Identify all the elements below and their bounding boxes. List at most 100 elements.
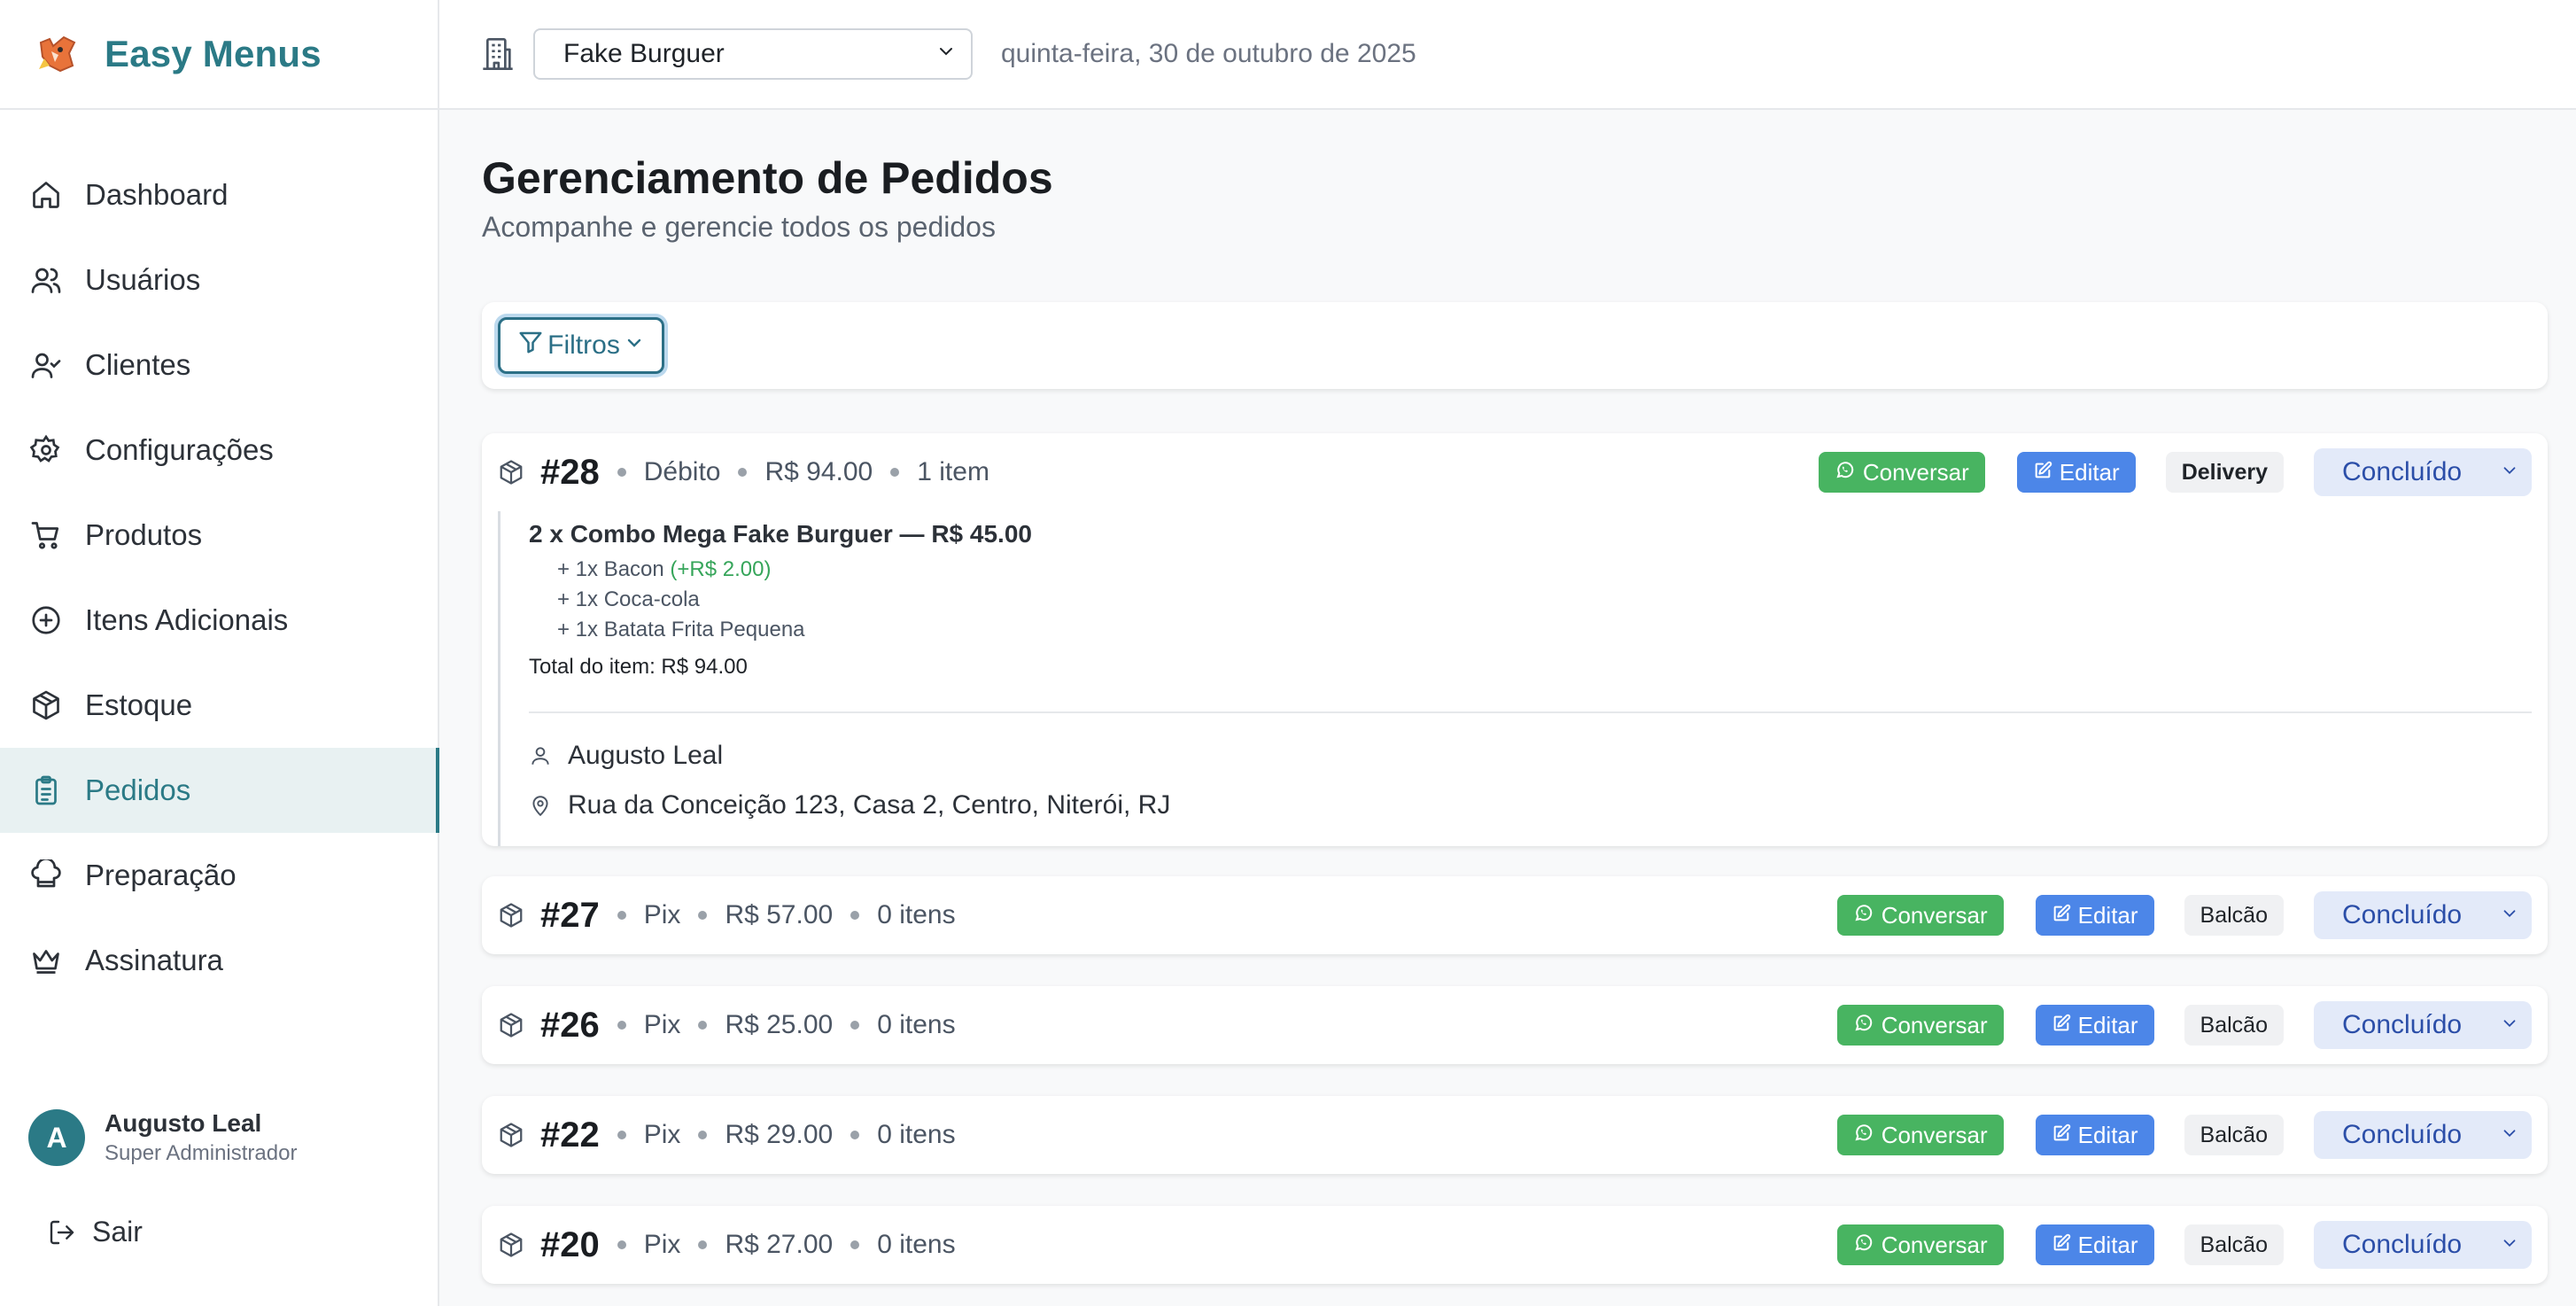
order-items-count: 1 item: [917, 457, 989, 486]
chat-button[interactable]: Conversar: [1818, 452, 1985, 493]
order-payment: Pix: [643, 1230, 681, 1259]
sidebar-item-label: Produtos: [85, 518, 203, 551]
logout-button[interactable]: Sair: [48, 1216, 143, 1248]
chat-button[interactable]: Conversar: [1836, 895, 2004, 936]
order-id: #20: [540, 1224, 600, 1264]
separator-dot: [850, 1131, 860, 1139]
whatsapp-icon: [1853, 1122, 1874, 1149]
chat-button[interactable]: Conversar: [1836, 1224, 2004, 1265]
sidebar-item-itens-adicionais[interactable]: Itens Adicionais: [0, 578, 438, 663]
edit-button[interactable]: Editar: [2016, 452, 2136, 493]
status-value: Concluído: [2342, 1230, 2463, 1259]
chevron-down-icon: [2500, 1230, 2519, 1260]
order-total: R$ 25.00: [725, 1010, 834, 1039]
logout-icon: [48, 1217, 78, 1248]
edit-icon: [2052, 1122, 2071, 1149]
chevron-down-icon: [2500, 900, 2519, 930]
filter-button[interactable]: Filtros: [498, 317, 664, 374]
order-card[interactable]: #27 Pix R$ 57.00 0 itens Conversar Edita…: [482, 876, 2548, 954]
chevron-down-icon: [2500, 457, 2519, 487]
order-card[interactable]: #22 Pix R$ 29.00 0 itens Conversar Edita…: [482, 1096, 2548, 1174]
sidebar-item-dashboard[interactable]: Dashboard: [0, 152, 438, 237]
addon-price: (+R$ 2.00): [670, 557, 772, 581]
package-icon: [498, 1011, 526, 1039]
order-header[interactable]: #28 Débito R$ 94.00 1 item Conversar Edi…: [482, 433, 2548, 511]
edit-button[interactable]: Editar: [2035, 1115, 2154, 1155]
order-details: 2 x Combo Mega Fake Burguer — R$ 45.00 +…: [498, 511, 2532, 846]
order-id: #28: [540, 452, 600, 492]
edit-icon: [2052, 1012, 2071, 1039]
page-subtitle: Acompanhe e gerencie todos os pedidos: [482, 211, 996, 243]
order-card[interactable]: #20 Pix R$ 27.00 0 itens Conversar Edita…: [482, 1206, 2548, 1284]
package-icon: [28, 688, 64, 723]
addon-text: + 1x Batata Frita Pequena: [557, 618, 805, 641]
package-icon: [498, 1231, 526, 1259]
status-select[interactable]: Concluído: [2314, 1111, 2532, 1159]
sidebar-item-estoque[interactable]: Estoque: [0, 663, 438, 748]
addon-line: + 1x Coca-cola: [557, 587, 2532, 612]
status-select[interactable]: Concluído: [2314, 1001, 2532, 1049]
order-payment: Pix: [643, 1120, 681, 1149]
user-icon: [529, 742, 555, 769]
sidebar-item-preparacao[interactable]: Preparação: [0, 833, 438, 918]
sidebar-item-label: Estoque: [85, 688, 193, 721]
sidebar-item-usuarios[interactable]: Usuários: [0, 237, 438, 323]
sidebar-item-produtos[interactable]: Produtos: [0, 493, 438, 578]
filter-icon: [517, 329, 544, 362]
separator-dot: [738, 468, 748, 477]
address-row: Rua da Conceição 123, Casa 2, Centro, Ni…: [529, 781, 2532, 830]
status-select[interactable]: Concluído: [2314, 1221, 2532, 1269]
brand[interactable]: Easy Menus: [0, 0, 438, 110]
filter-panel: Filtros: [482, 302, 2548, 389]
status-select[interactable]: Concluído: [2314, 448, 2532, 496]
whatsapp-icon: [1853, 902, 1874, 929]
order-card[interactable]: #28 Débito R$ 94.00 1 item Conversar Edi…: [482, 433, 2548, 846]
order-items-count: 0 itens: [877, 1230, 956, 1259]
separator-dot: [617, 1240, 626, 1249]
sidebar: Easy Menus Dashboard Usuários Clientes C…: [0, 0, 439, 1306]
separator-dot: [617, 1131, 626, 1139]
customer-address: Rua da Conceição 123, Casa 2, Centro, Ni…: [568, 790, 1171, 820]
order-header[interactable]: #26 Pix R$ 25.00 0 itens Conversar Edita…: [482, 986, 2548, 1064]
chevron-down-icon: [2500, 1120, 2519, 1150]
order-type-badge: Balcão: [2184, 1224, 2284, 1265]
sidebar-item-pedidos[interactable]: Pedidos: [0, 748, 439, 833]
package-icon: [498, 458, 526, 486]
sidebar-item-label: Usuários: [85, 263, 201, 296]
filter-label: Filtros: [547, 330, 620, 360]
current-user[interactable]: A Augusto Leal Super Administrador: [28, 1109, 297, 1166]
order-type-badge: Balcão: [2184, 895, 2284, 936]
sidebar-item-clientes[interactable]: Clientes: [0, 323, 438, 408]
edit-button[interactable]: Editar: [2035, 1224, 2154, 1265]
user-name: Augusto Leal: [105, 1109, 262, 1137]
edit-button[interactable]: Editar: [2035, 1005, 2154, 1046]
edit-label: Editar: [2077, 1231, 2138, 1258]
package-icon: [498, 1121, 526, 1149]
order-header[interactable]: #20 Pix R$ 27.00 0 itens Conversar Edita…: [482, 1206, 2548, 1284]
sidebar-item-label: Clientes: [85, 348, 191, 381]
sidebar-item-label: Itens Adicionais: [85, 603, 289, 636]
store-select[interactable]: Fake Burguer: [533, 28, 973, 80]
edit-icon: [2052, 902, 2071, 929]
chat-button[interactable]: Conversar: [1836, 1115, 2004, 1155]
order-card[interactable]: #26 Pix R$ 25.00 0 itens Conversar Edita…: [482, 986, 2548, 1064]
main-content: Gerenciamento de Pedidos Acompanhe e ger…: [482, 110, 2548, 1284]
order-header[interactable]: #22 Pix R$ 29.00 0 itens Conversar Edita…: [482, 1096, 2548, 1174]
order-type-badge: Balcão: [2184, 1115, 2284, 1155]
separator-dot: [850, 1021, 860, 1030]
sidebar-item-assinatura[interactable]: Assinatura: [0, 918, 438, 1003]
status-value: Concluído: [2342, 457, 2463, 486]
order-total: R$ 27.00: [725, 1230, 834, 1259]
sidebar-item-label: Preparação: [85, 859, 237, 891]
status-select[interactable]: Concluído: [2314, 891, 2532, 939]
separator-dot: [617, 468, 626, 477]
chat-button[interactable]: Conversar: [1836, 1005, 2004, 1046]
order-payment: Pix: [643, 900, 681, 929]
users-icon: [28, 262, 64, 298]
order-header[interactable]: #27 Pix R$ 57.00 0 itens Conversar Edita…: [482, 876, 2548, 954]
status-value: Concluído: [2342, 1010, 2463, 1039]
edit-label: Editar: [2059, 458, 2120, 486]
separator-dot: [617, 911, 626, 920]
sidebar-item-configuracoes[interactable]: Configurações: [0, 408, 438, 493]
edit-button[interactable]: Editar: [2035, 895, 2154, 936]
